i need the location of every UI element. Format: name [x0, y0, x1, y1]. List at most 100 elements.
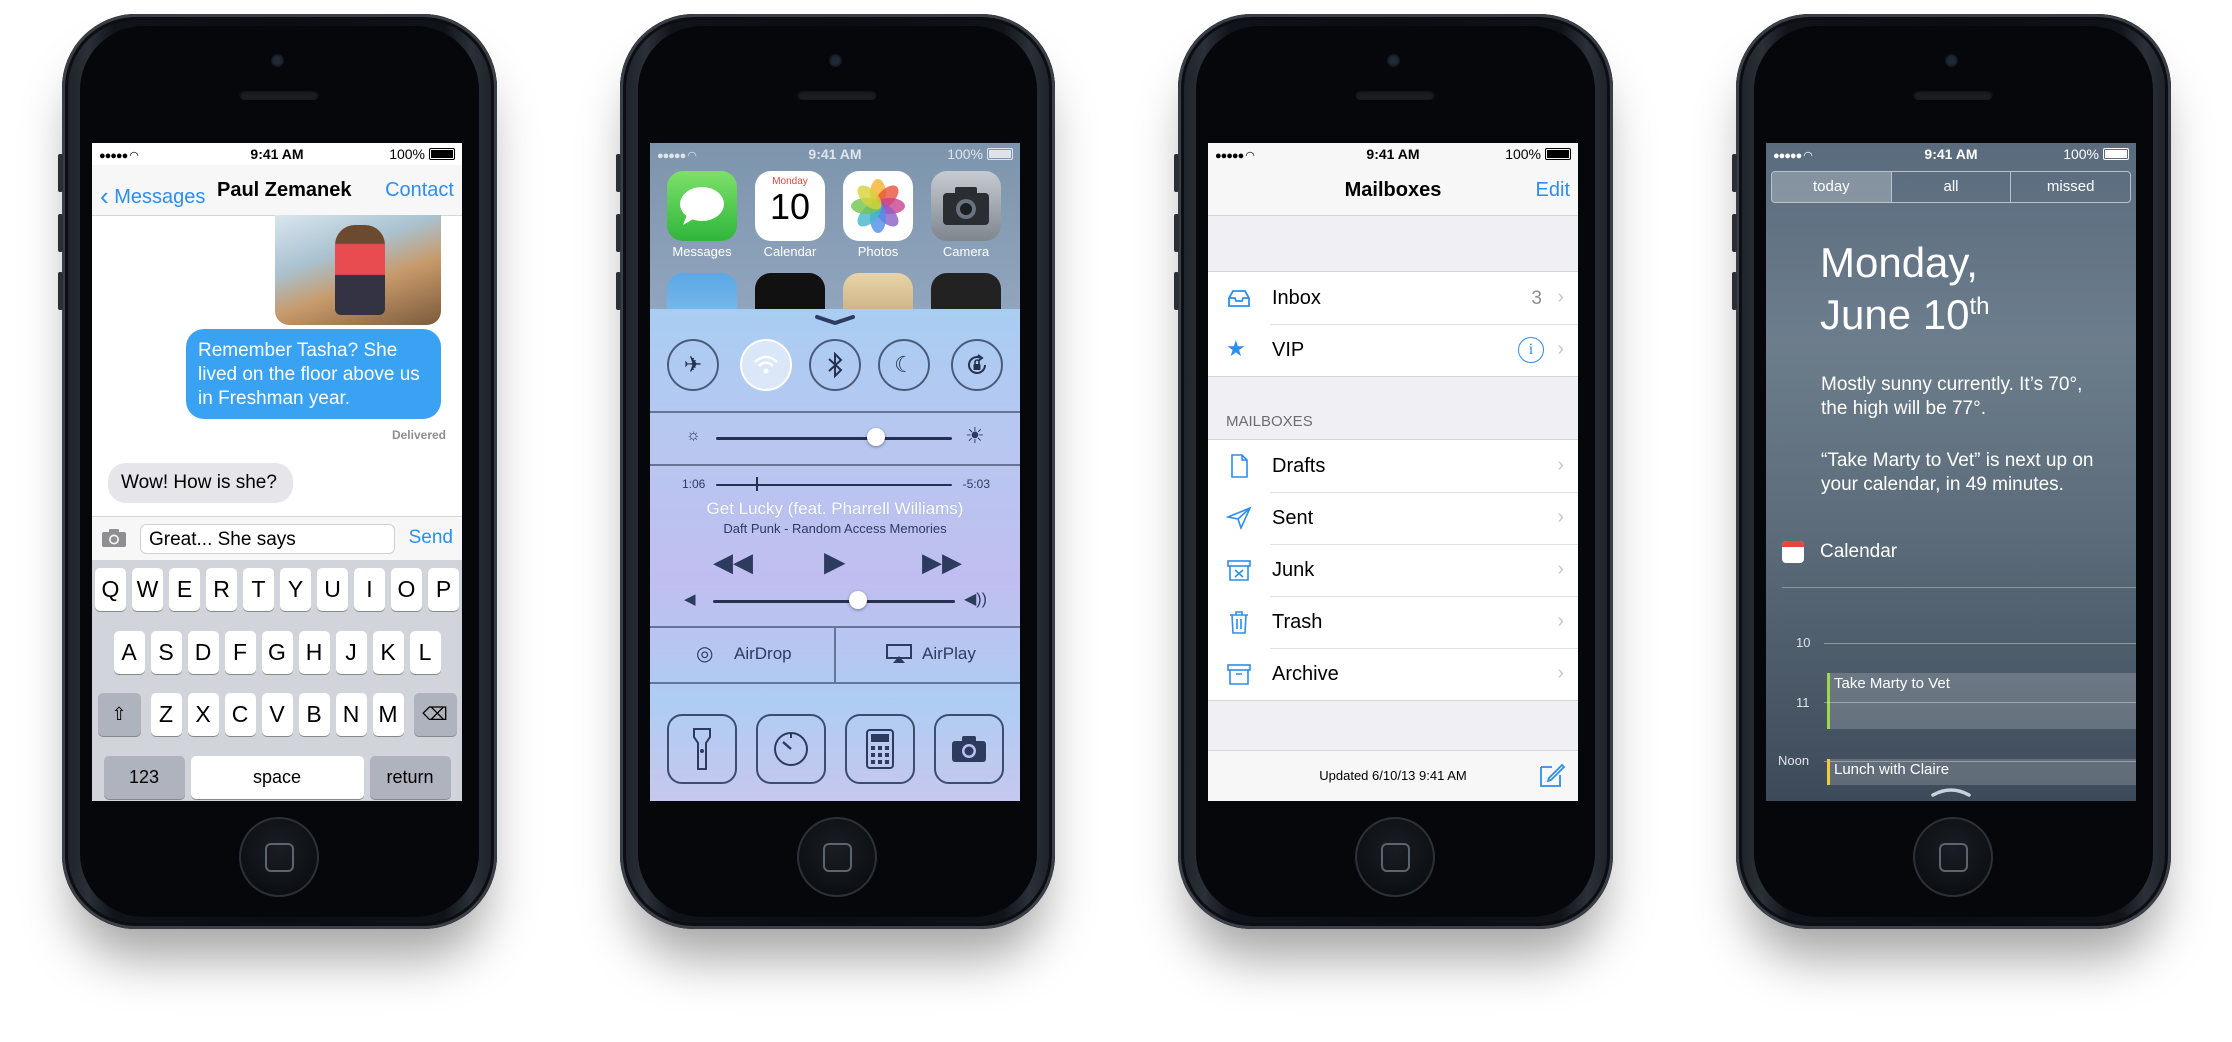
hour-label: Noon [1778, 753, 1810, 768]
space-key[interactable]: space [190, 756, 364, 799]
rotation-lock-toggle[interactable] [951, 339, 1003, 391]
mailbox-row-drafts[interactable]: Drafts › [1208, 440, 1578, 492]
mailbox-row-trash[interactable]: Trash › [1208, 596, 1578, 648]
airplane-mode-toggle[interactable]: ✈ [667, 339, 719, 391]
camera-icon[interactable] [101, 528, 127, 548]
key-d[interactable]: D [187, 631, 219, 674]
star-icon: ★ [1226, 336, 1246, 361]
key-o[interactable]: O [391, 568, 422, 611]
key-p[interactable]: P [428, 568, 459, 611]
photos-app-icon[interactable] [843, 171, 913, 241]
calendar-event[interactable]: Lunch with Claire [1827, 759, 2136, 785]
key-s[interactable]: S [150, 631, 182, 674]
playback-scrubber[interactable] [716, 484, 952, 486]
bluetooth-toggle[interactable] [809, 339, 861, 391]
home-button[interactable] [1355, 817, 1435, 897]
delete-key[interactable]: ⌫ [413, 693, 457, 736]
key-v[interactable]: V [261, 693, 293, 736]
song-title: Get Lucky (feat. Pharrell Williams) [706, 499, 964, 518]
key-u[interactable]: U [317, 568, 348, 611]
tab-missed[interactable]: missed [2010, 172, 2130, 202]
fast-forward-icon[interactable]: ▶▶ [922, 547, 962, 578]
brightness-knob[interactable] [867, 428, 886, 446]
grabber-handle-icon[interactable] [1931, 785, 1971, 797]
camera-app-label: Camera [942, 244, 990, 259]
key-t[interactable]: T [243, 568, 274, 611]
key-j[interactable]: J [335, 631, 367, 674]
brightness-high-icon: ☀ [965, 423, 985, 448]
volume-knob[interactable] [849, 591, 868, 609]
key-g[interactable]: G [261, 631, 293, 674]
tab-today[interactable]: today [1772, 172, 1891, 202]
rewind-icon[interactable]: ◀◀ [713, 547, 753, 578]
shift-key[interactable]: ⇧ [97, 693, 141, 736]
key-c[interactable]: C [224, 693, 256, 736]
mailbox-label: Archive [1272, 663, 1339, 685]
mailbox-row-sent[interactable]: Sent › [1208, 492, 1578, 544]
status-time: 9:41 AM [1924, 146, 1978, 162]
flashlight-button[interactable] [667, 714, 737, 784]
key-e[interactable]: E [169, 568, 200, 611]
calendar-event[interactable]: Take Marty to Vet [1827, 673, 2136, 729]
key-r[interactable]: R [206, 568, 237, 611]
info-icon[interactable]: i [1518, 337, 1544, 363]
calendar-app-icon[interactable]: Monday 10 [755, 171, 825, 241]
key-b[interactable]: B [298, 693, 330, 736]
airdrop-button[interactable]: ◎ AirDrop [650, 628, 834, 680]
tab-all[interactable]: all [1890, 172, 2011, 202]
key-y[interactable]: Y [280, 568, 311, 611]
mailbox-row-junk[interactable]: Junk › [1208, 544, 1578, 596]
calculator-button[interactable] [845, 714, 915, 784]
wifi-toggle[interactable] [740, 339, 792, 391]
airplay-button[interactable]: AirPlay [836, 628, 1020, 680]
camera-button[interactable] [934, 714, 1004, 784]
compose-icon[interactable] [1538, 761, 1566, 789]
return-key[interactable]: return [369, 756, 451, 799]
key-n[interactable]: N [335, 693, 367, 736]
key-z[interactable]: Z [150, 693, 182, 736]
key-a[interactable]: A [113, 631, 145, 674]
message-input[interactable]: Great... She says [140, 524, 395, 554]
do-not-disturb-toggle[interactable]: ☾ [878, 339, 930, 391]
home-button[interactable] [797, 817, 877, 897]
key-l[interactable]: L [409, 631, 441, 674]
chevron-right-icon: › [1557, 610, 1564, 632]
contact-button[interactable]: Contact [385, 179, 454, 202]
playback-position[interactable] [756, 477, 759, 491]
key-i[interactable]: I [354, 568, 385, 611]
calendar-app-label: Calendar [763, 244, 817, 259]
chevron-left-icon: ‹ [100, 181, 109, 211]
back-button[interactable]: ‹ Messages [100, 179, 205, 211]
phone-mail: ●●●●● ◠ 9:41 AM 100% Mailboxes Edit Inbox… [1174, 14, 1613, 929]
key-x[interactable]: X [187, 693, 219, 736]
key-f[interactable]: F [224, 631, 256, 674]
play-icon[interactable]: ▶ [824, 545, 846, 578]
edit-button[interactable]: Edit [1536, 179, 1570, 202]
date-weekday: Monday, [1820, 239, 1978, 286]
today-date: Monday, June 10th [1820, 241, 1989, 337]
messages-app-icon[interactable] [667, 171, 737, 241]
rotation-lock-icon [968, 354, 986, 374]
timer-button[interactable] [756, 714, 826, 784]
key-h[interactable]: H [298, 631, 330, 674]
key-w[interactable]: W [132, 568, 163, 611]
numbers-key[interactable]: 123 [103, 756, 185, 799]
camera-app-icon[interactable] [931, 171, 1001, 241]
photo-attachment[interactable] [275, 215, 441, 325]
brightness-slider[interactable] [716, 437, 952, 440]
mailbox-row-archive[interactable]: Archive › [1208, 648, 1578, 700]
key-q[interactable]: Q [95, 568, 126, 611]
inbox-row[interactable]: Inbox 3 › [1208, 272, 1578, 324]
grabber-chevron-icon[interactable] [815, 315, 855, 325]
home-button[interactable] [239, 817, 319, 897]
home-button[interactable] [1913, 817, 1993, 897]
hour-line [1824, 643, 2136, 644]
vip-row[interactable]: ★ VIP i › [1208, 324, 1578, 376]
next-event-summary: “Take Marty to Vet” is next up on your c… [1821, 450, 2094, 495]
airdrop-label: AirDrop [734, 644, 792, 663]
incoming-message-bubble: Wow! How is she? [108, 463, 293, 503]
volume-slider[interactable] [713, 600, 955, 603]
key-m[interactable]: M [372, 693, 404, 736]
send-button[interactable]: Send [409, 527, 453, 549]
key-k[interactable]: K [372, 631, 404, 674]
